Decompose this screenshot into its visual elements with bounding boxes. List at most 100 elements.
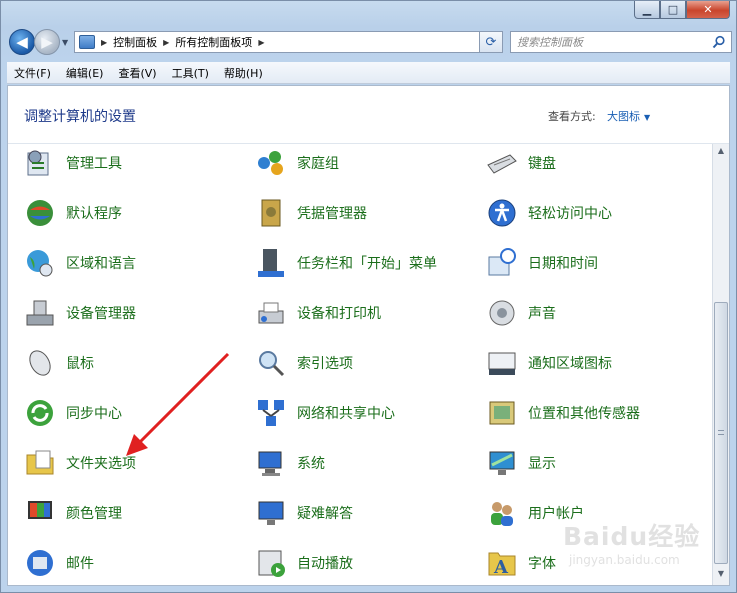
menu-view[interactable]: 查看(V): [111, 65, 164, 81]
date-time-icon: [488, 248, 516, 276]
content-area: 调整计算机的设置 查看方式: 大图标 ▼ 管理工具 家庭组 键盘 默认程序 凭据管理器 轻松…: [7, 85, 730, 586]
minimize-button[interactable]: ▁: [634, 1, 660, 19]
item-label: 自动播放: [297, 556, 353, 572]
default-programs-icon: [27, 200, 53, 226]
scrollbar-grip-icon: [718, 430, 724, 435]
admin-tools-icon: [27, 150, 49, 176]
default-programs-item[interactable]: 默认程序: [10, 193, 235, 233]
display-item[interactable]: 显示: [472, 443, 697, 483]
item-label: 任务栏和「开始」菜单: [297, 256, 437, 272]
fonts-icon: A: [488, 552, 516, 578]
page-title: 调整计算机的设置: [24, 109, 136, 125]
control-panel-icon: [79, 35, 95, 49]
sync-center-item[interactable]: 同步中心: [10, 393, 235, 433]
item-label: 邮件: [66, 556, 94, 572]
chevron-right-icon[interactable]: ▶: [258, 38, 264, 47]
menu-edit[interactable]: 编辑(E): [59, 65, 112, 81]
notification-area-icon: [488, 352, 516, 375]
folder-options-item[interactable]: 文件夹选项: [10, 443, 235, 483]
back-button[interactable]: ◀: [9, 29, 35, 55]
network-sharing-item[interactable]: 网络和共享中心: [241, 393, 466, 433]
item-label: 字体: [528, 556, 556, 572]
color-management-icon: [28, 501, 52, 519]
mail-item[interactable]: 邮件: [10, 543, 235, 583]
region-language-item[interactable]: 区域和语言: [10, 243, 235, 283]
notification-area-item[interactable]: 通知区域图标: [472, 343, 697, 383]
location-sensors-item[interactable]: 位置和其他传感器: [472, 393, 697, 433]
refresh-button[interactable]: ⟳: [479, 31, 503, 53]
navigation-row: ◀ ▶ ▼ ▶ 控制面板 ▶ 所有控制面板项 ▶ ▼ ⟳ 搜索控制面板: [7, 26, 732, 58]
ease-of-access-item[interactable]: 轻松访问中心: [472, 193, 697, 233]
item-label: 系统: [297, 456, 325, 472]
item-label: 设备管理器: [66, 306, 136, 322]
item-label: 默认程序: [66, 206, 122, 222]
mouse-item[interactable]: 鼠标: [10, 343, 235, 383]
scroll-up-icon[interactable]: ▲: [715, 146, 727, 160]
search-placeholder: 搜索控制面板: [517, 36, 583, 49]
mouse-icon: [29, 350, 51, 376]
autoplay-item[interactable]: 自动播放: [241, 543, 466, 583]
chevron-right-icon[interactable]: ▶: [101, 38, 107, 47]
item-label: 文件夹选项: [66, 456, 136, 472]
item-label: 设备和打印机: [297, 306, 381, 322]
breadcrumb-control-panel[interactable]: 控制面板: [113, 34, 157, 50]
menu-tools[interactable]: 工具(T): [165, 65, 217, 81]
address-bar[interactable]: ▶ 控制面板 ▶ 所有控制面板项 ▶ ▼: [74, 31, 503, 53]
indexing-options-item[interactable]: 索引选项: [241, 343, 466, 383]
search-icon[interactable]: [712, 35, 726, 49]
menu-bar: 文件(F) 编辑(E) 查看(V) 工具(T) 帮助(H): [7, 62, 730, 84]
date-time-item[interactable]: 日期和时间: [472, 243, 697, 283]
maximize-button[interactable]: □: [660, 1, 686, 19]
watermark: Baidu经验 jingyan.baidu.com: [563, 517, 723, 577]
forward-button[interactable]: ▶: [34, 29, 60, 55]
mail-icon: [27, 550, 53, 576]
color-management-item[interactable]: 颜色管理: [10, 493, 235, 533]
device-manager-item[interactable]: 设备管理器: [10, 293, 235, 333]
item-label: 疑难解答: [297, 506, 353, 522]
indexing-options-icon: [259, 351, 285, 377]
homegroup-icon: [258, 151, 283, 175]
menu-file[interactable]: 文件(F): [7, 65, 59, 81]
admin-tools-item[interactable]: 管理工具: [10, 143, 235, 183]
content-header: 调整计算机的设置 查看方式: 大图标 ▼: [8, 86, 729, 144]
view-by-value: 大图标: [607, 110, 640, 123]
item-label: 家庭组: [297, 156, 339, 172]
network-sharing-icon: [258, 400, 284, 426]
breadcrumb-all-items[interactable]: 所有控制面板项: [175, 34, 252, 50]
watermark-brand: Baidu经验: [563, 522, 701, 551]
caption-buttons: ▁ □ ✕: [634, 1, 730, 20]
recent-pages-dropdown[interactable]: ▼: [62, 38, 68, 47]
item-label: 凭据管理器: [297, 206, 367, 222]
item-label: 声音: [528, 306, 556, 322]
sound-item[interactable]: 声音: [472, 293, 697, 333]
keyboard-item[interactable]: 键盘: [472, 143, 697, 183]
item-label: 日期和时间: [528, 256, 598, 272]
devices-printers-icon: [258, 302, 284, 324]
item-label: 索引选项: [297, 356, 353, 372]
svg-text:A: A: [493, 557, 509, 578]
homegroup-item[interactable]: 家庭组: [241, 143, 466, 183]
system-item[interactable]: 系统: [241, 443, 466, 483]
search-input[interactable]: 搜索控制面板: [510, 31, 732, 53]
item-label: 区域和语言: [66, 256, 136, 272]
item-label: 位置和其他传感器: [528, 406, 640, 422]
chevron-right-icon[interactable]: ▶: [163, 38, 169, 47]
system-icon: [258, 451, 282, 476]
credential-manager-icon: [261, 199, 281, 227]
location-sensors-icon: [489, 401, 515, 425]
troubleshooting-icon: [258, 501, 284, 525]
devices-printers-item[interactable]: 设备和打印机: [241, 293, 466, 333]
item-label: 颜色管理: [66, 506, 122, 522]
chevron-down-icon: ▼: [644, 113, 651, 122]
close-button[interactable]: ✕: [686, 1, 730, 19]
sound-icon: [489, 300, 515, 326]
taskbar-start-item[interactable]: 任务栏和「开始」菜单: [241, 243, 466, 283]
credential-manager-item[interactable]: 凭据管理器: [241, 193, 466, 233]
autoplay-icon: [258, 550, 285, 577]
item-label: 网络和共享中心: [297, 406, 395, 422]
menu-help[interactable]: 帮助(H): [217, 65, 271, 81]
taskbar-start-icon: [258, 249, 284, 277]
troubleshooting-item[interactable]: 疑难解答: [241, 493, 466, 533]
keyboard-icon: [487, 154, 517, 174]
view-by-dropdown[interactable]: 大图标 ▼: [607, 108, 650, 124]
